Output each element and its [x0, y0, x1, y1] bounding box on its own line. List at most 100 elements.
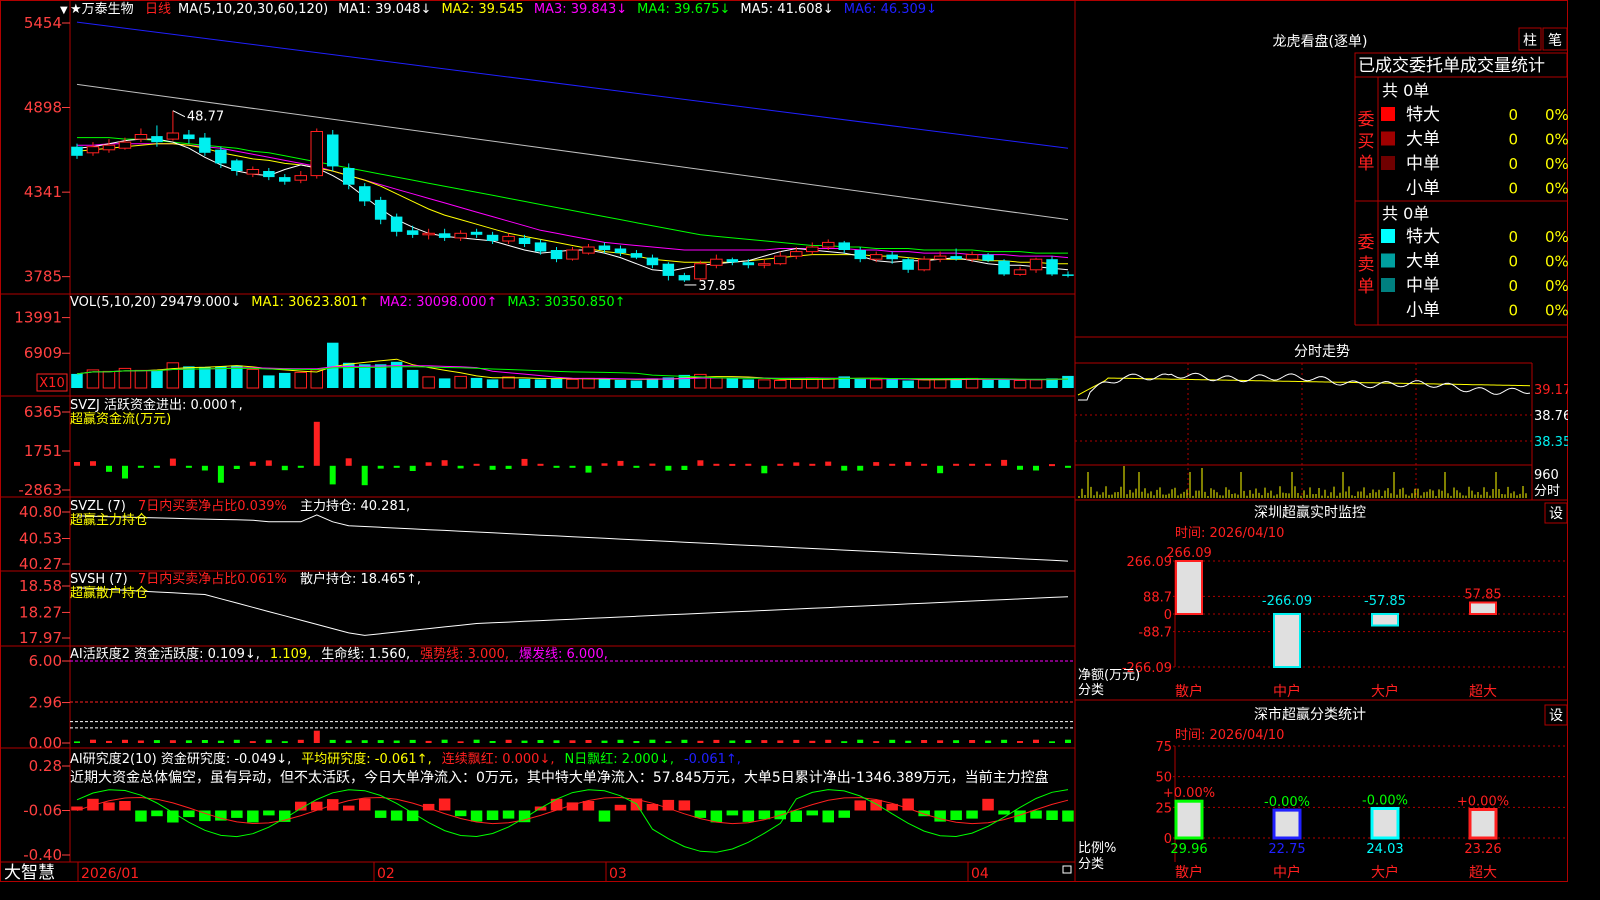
ai2-research-bar — [1062, 810, 1074, 822]
candle-body-down — [614, 248, 627, 254]
ai1-activity-bar — [393, 740, 400, 743]
sell-row-color-swatch — [1381, 253, 1395, 268]
price-axis-label: 5454 — [24, 14, 62, 32]
svzj-flow-bar — [985, 463, 992, 466]
candle-body-down — [374, 199, 387, 220]
candle-body-up — [582, 246, 595, 254]
svzj-flow-bar — [761, 465, 768, 474]
ai2-research-bar — [183, 810, 195, 818]
sz-classify-category: 散户 — [1175, 864, 1203, 881]
buy-row-name: 中单 — [1406, 154, 1440, 174]
volume-bar — [263, 375, 275, 388]
candle-body-down — [1062, 274, 1074, 276]
ai1-activity-bar — [601, 740, 608, 743]
ai2-research-bar — [950, 810, 962, 820]
sz-monitor-value: 266.09 — [1166, 546, 1212, 561]
ai2-research-bar — [247, 810, 259, 823]
svsh-legend-c: 散户持仓: 18.465↑, — [300, 571, 421, 587]
ai2-research-bar — [966, 810, 978, 819]
volume-bar — [710, 377, 723, 389]
candle-body-up — [166, 132, 180, 140]
svzj-legend: SVZJ 活跃资金进出: 0.000↑, — [70, 397, 243, 413]
candle-body-down — [183, 134, 195, 140]
ai1-activity-bar — [265, 739, 272, 743]
sz-monitor-time: 时间: 2026/04/10 — [1175, 526, 1284, 541]
candle-body-down — [327, 134, 339, 167]
volume-bar — [630, 380, 643, 388]
vol-axis-label: 6909 — [24, 344, 62, 362]
fenshi-price-label: 38.76 — [1534, 409, 1568, 424]
ai2-research-bar — [614, 804, 627, 811]
buy-row-name: 小单 — [1406, 179, 1440, 199]
candle-body-up — [774, 255, 787, 265]
svzj-flow-bar — [345, 458, 352, 466]
ai1-activity-bar — [153, 740, 160, 743]
sz-monitor-bar — [1273, 613, 1301, 668]
buy-row-percent: 0% — [1545, 155, 1568, 173]
candle-body-down — [151, 136, 163, 143]
volume-bar — [1029, 379, 1043, 389]
ai1-activity-bar — [521, 740, 528, 743]
svzj-flow-bar — [409, 465, 416, 471]
ai2-research-bar — [1046, 810, 1058, 820]
price-axis-label: 3785 — [24, 268, 62, 286]
candle-body-down — [982, 254, 994, 261]
sz-classify-settings-label: 设 — [1549, 708, 1563, 724]
ai1-activity-bar — [809, 740, 816, 743]
column-mode-label: 柱 — [1523, 33, 1537, 49]
volume-bar — [822, 377, 835, 389]
candle-body-down — [518, 237, 531, 244]
svzj-flow-bar — [281, 465, 288, 471]
svzj-flow-bar — [217, 465, 224, 483]
ma-legend-4: MA4: 39.675↓ — [637, 2, 730, 17]
sell-row-name: 小单 — [1406, 301, 1440, 321]
svzj-flow-bar — [521, 458, 528, 466]
ai1-activity-bar — [553, 740, 560, 743]
ai2-research-bar — [103, 802, 115, 811]
ai2-research-bar — [998, 810, 1010, 815]
candle-body-down — [726, 259, 739, 263]
ai1-activity-bar — [985, 740, 992, 743]
sz-monitor-value: 57.85 — [1464, 587, 1501, 602]
svzj-flow-bar — [905, 461, 912, 466]
ai2-research-bar — [151, 810, 163, 817]
ai1-activity-bar — [873, 741, 880, 743]
sz-monitor-y-label: 0 — [1164, 608, 1172, 623]
svzj-flow-bar — [1017, 465, 1023, 470]
ai2-research-bar — [343, 805, 355, 811]
candle-body-down — [231, 160, 243, 171]
sell-row-percent: 0% — [1545, 253, 1568, 271]
price-axis-label: 4341 — [24, 183, 62, 201]
sz-monitor-axis-title: 分类 — [1078, 683, 1104, 698]
sz-classify-unit: 比例% — [1078, 841, 1116, 856]
volume-bar — [854, 378, 866, 388]
volume-bar — [518, 378, 531, 388]
candle-body-down — [550, 250, 563, 260]
sz-monitor-bar — [1371, 613, 1399, 627]
ai1-legend-1: 1.109, — [270, 647, 311, 662]
sz-classify-title: 深市超赢分类统计 — [1254, 706, 1366, 723]
svzl-main-line — [76, 514, 1069, 562]
price-axis-label: 4898 — [24, 98, 62, 116]
candle-body-down — [470, 231, 483, 235]
svzj-flow-bar — [201, 465, 208, 471]
svzj-flow-bar — [74, 462, 80, 466]
volume-bar — [327, 342, 339, 388]
ai2-research-bar — [694, 810, 707, 818]
svzj-flow-bar — [889, 463, 896, 466]
ai1-axis-label: 2.96 — [29, 694, 62, 712]
stock-name: ★万泰生物 — [70, 2, 134, 17]
ai2-legend-4: -0.061↑, — [684, 752, 741, 767]
ai2-research-bar — [87, 798, 99, 811]
sz-monitor-y-label: 88.7 — [1143, 590, 1172, 605]
sz-monitor-category: 散户 — [1175, 683, 1203, 700]
volume-bar — [886, 379, 898, 388]
svzj-flow-bar — [249, 461, 256, 466]
ai2-legend-1: 平均研究度: -0.061↑, — [301, 751, 431, 767]
sell-order-label: 单 — [1358, 277, 1375, 297]
volume-bar — [470, 377, 483, 388]
ai1-activity-bar — [793, 739, 800, 743]
svzj-flow-bar — [553, 465, 560, 468]
ai2-research-bar — [678, 800, 691, 811]
vol-axis-label: 13991 — [14, 309, 62, 327]
